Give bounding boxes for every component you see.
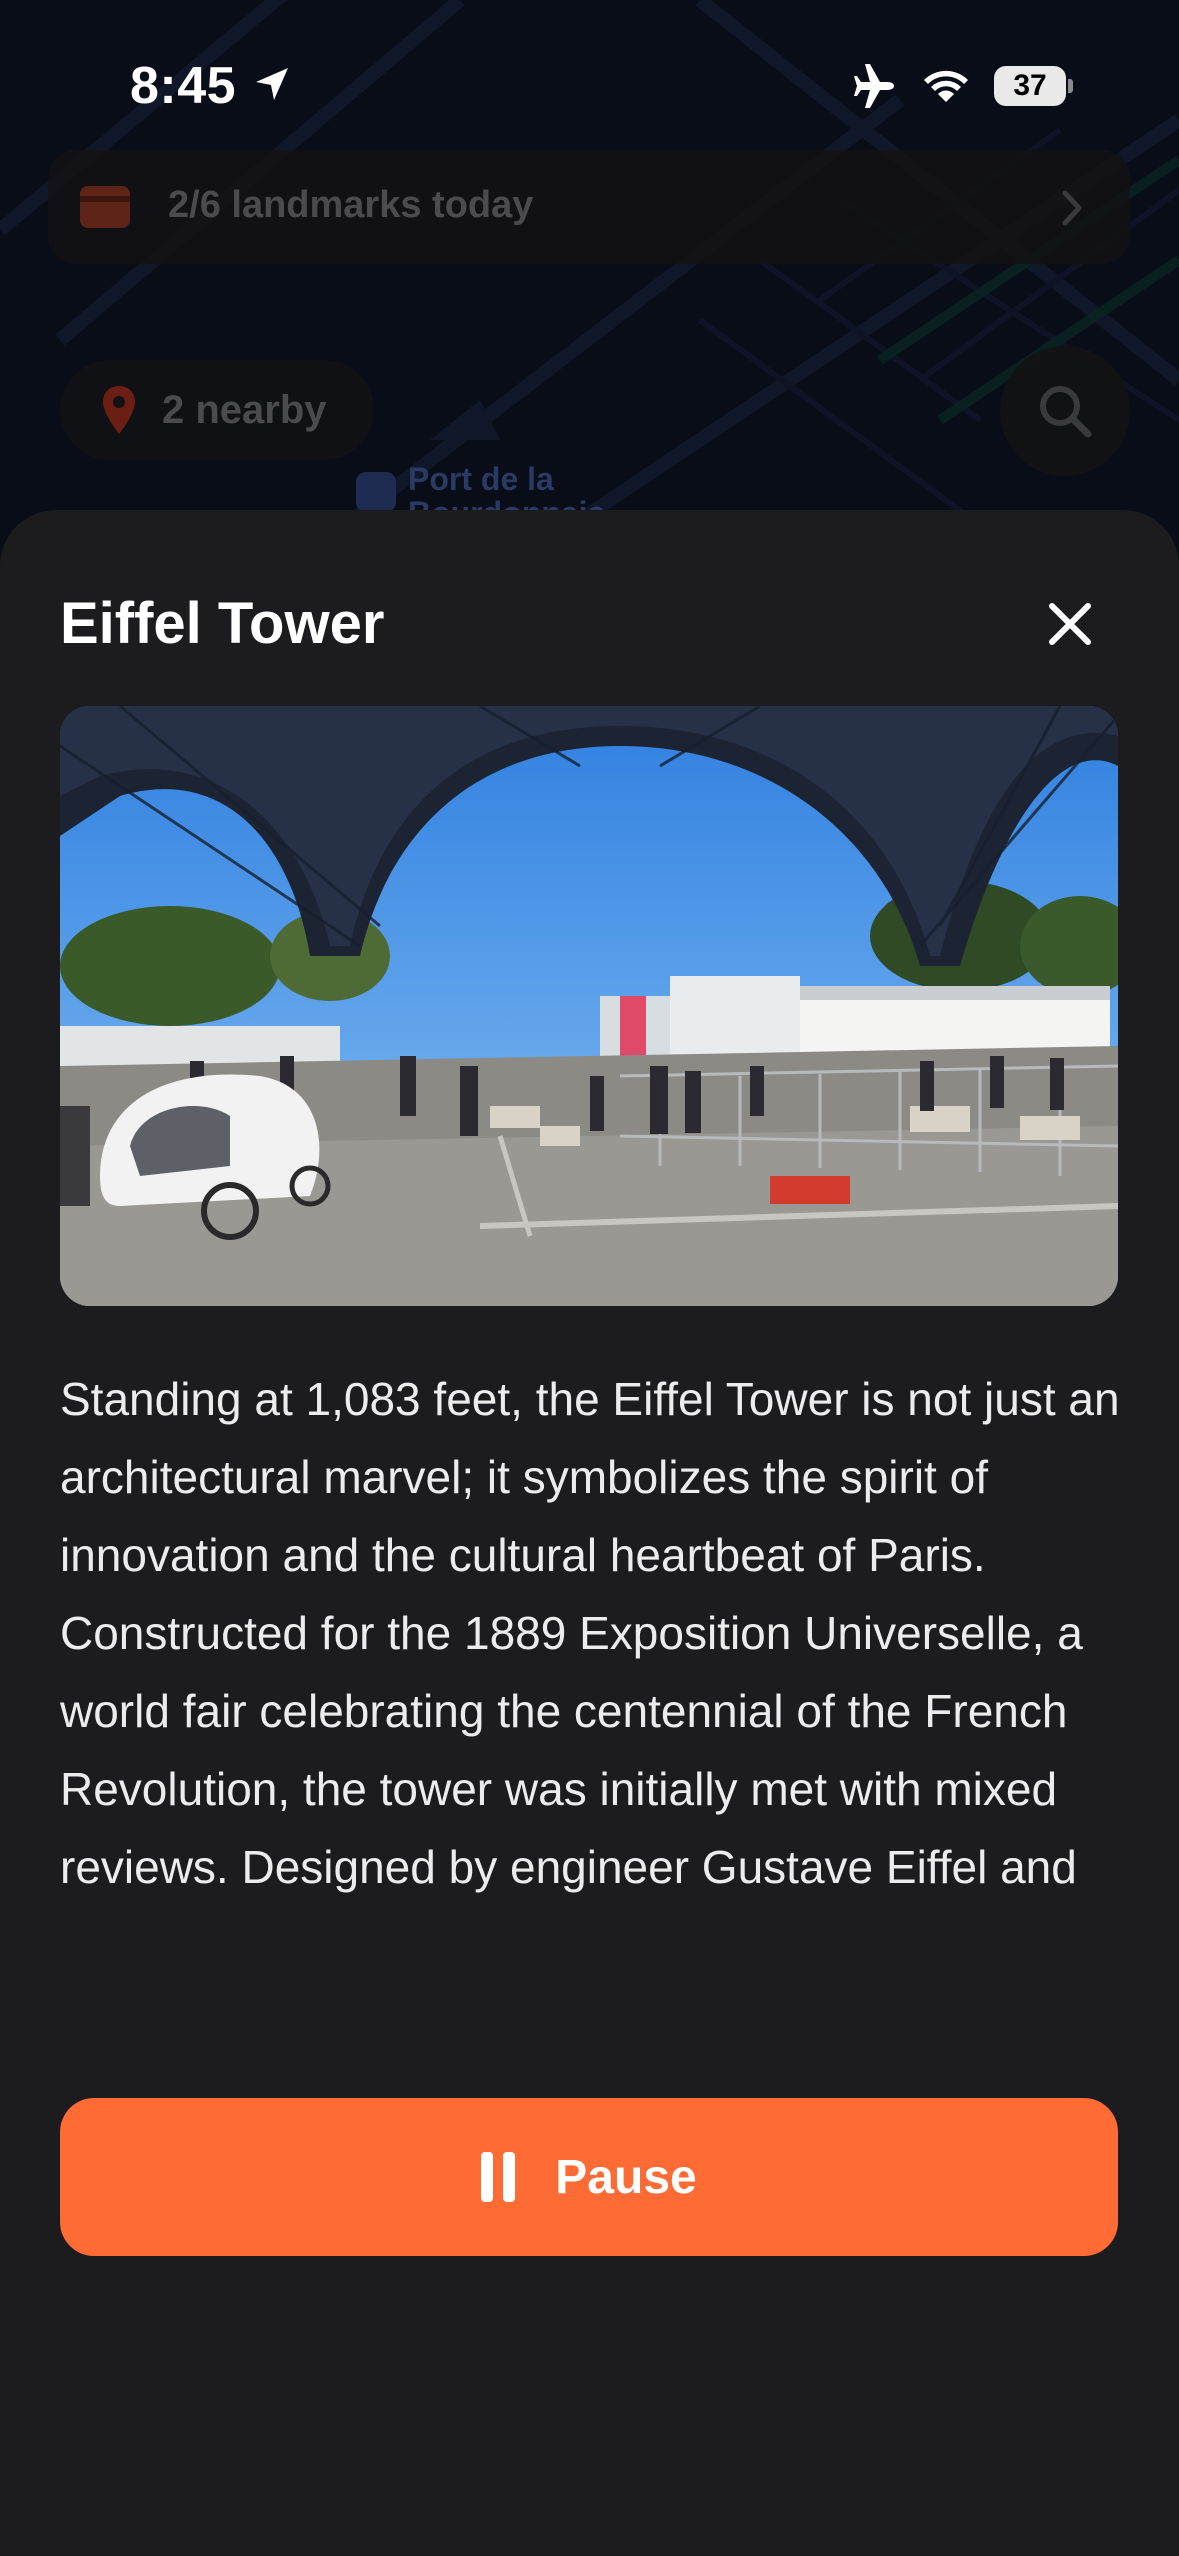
pin-icon [103,386,135,434]
location-arrow-icon [256,68,288,100]
status-time: 8:45 [130,57,237,115]
pause-button-label: Pause [555,2150,697,2204]
pause-button[interactable]: Pause [60,2098,1118,2256]
search-icon [1040,386,1092,438]
landmarks-banner[interactable]: 2/6 landmarks today [48,150,1130,264]
landmark-detail-sheet: Eiffel Tower Standing at 1,083 feet, the… [0,510,1179,2556]
wifi-icon [924,70,968,102]
eiffel-tower-photo [60,706,1118,1306]
status-bar: 8:45 37 [0,0,1179,170]
landmark-photo [60,706,1118,1306]
battery-level: 37 [994,66,1066,106]
nearby-button[interactable]: 2 nearby [60,360,374,460]
airplane-icon [854,64,894,108]
landmark-description: Standing at 1,083 feet, the Eiffel Tower… [60,1373,1120,1893]
place-label[interactable]: Port de la Bourdonnais [408,462,605,512]
pause-icon [481,2152,516,2202]
battery-icon: 37 [994,66,1073,106]
chevron-right-icon [1062,190,1082,226]
landmarks-progress-text: 2/6 landmarks today [168,184,534,226]
nearby-count: 2 nearby [162,388,327,432]
search-button[interactable] [1000,346,1130,476]
place-label-line1: Port de la [408,461,554,497]
landmark-title: Eiffel Tower [60,591,385,656]
battery-cap [1068,79,1073,93]
close-icon[interactable] [1044,598,1096,650]
ticket-icon [80,186,130,228]
ferry-icon [356,472,396,512]
